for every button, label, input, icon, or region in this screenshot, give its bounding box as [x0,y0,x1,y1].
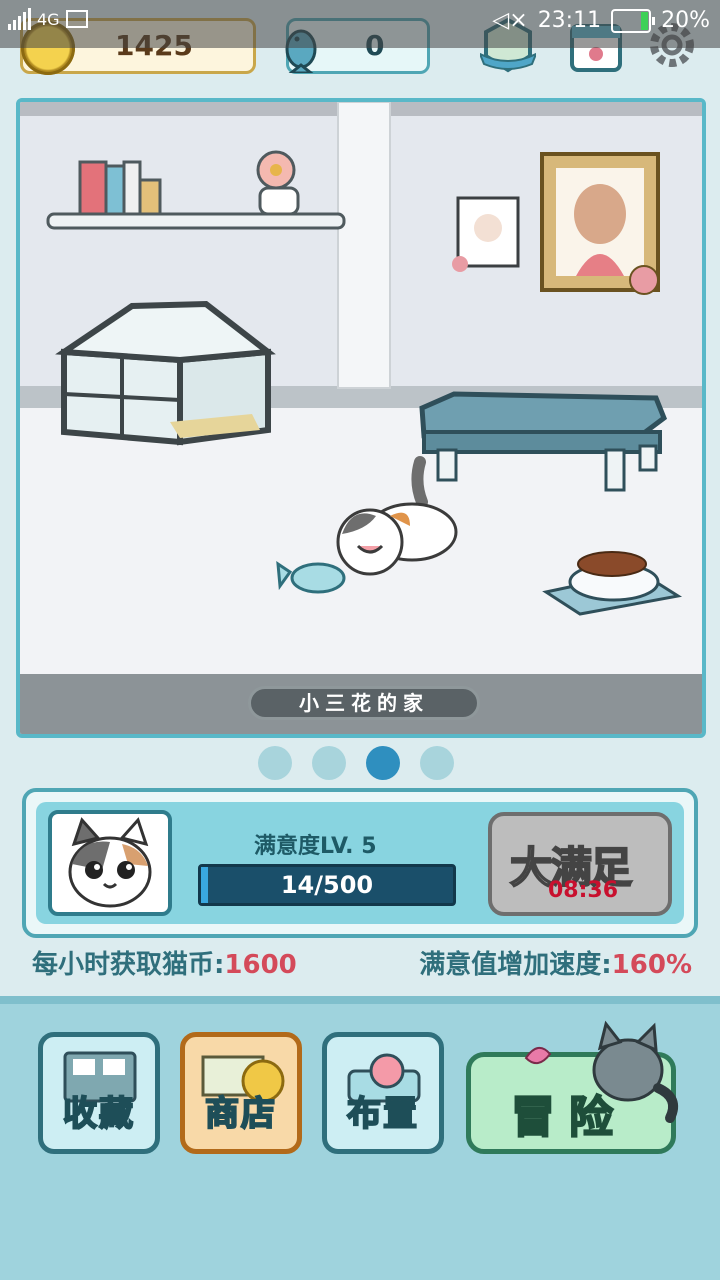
coins-per-hour: 每小时获取猫币:1600 [32,944,297,981]
satisfaction-panel: 满意度LV. 5 14/500 大满足 08:36 [22,788,698,938]
status-bar: 4G ◁× 23:11 20% [0,0,720,48]
room-pager [258,746,454,780]
signal-icon [8,8,31,30]
collection-button[interactable]: 收藏 [38,1032,160,1154]
satisfaction-progress-text: 14/500 [280,871,374,899]
pager-dot-2[interactable] [312,746,346,780]
cat-room-scene[interactable]: 小三花的家 [16,98,706,738]
shop-label: 商店 [204,1093,277,1135]
satisfaction-progress-bar: 14/500 [198,864,456,906]
image-icon [65,10,88,28]
decorate-label: 布置 [346,1093,419,1135]
satisfaction-speed: 满意值增加速度:160% [419,944,692,981]
cat-face-icon [68,817,152,908]
pager-dot-4[interactable] [420,746,454,780]
satisfaction-level: 满意度LV. 5 [254,834,377,859]
satisfaction-speed-label: 满意值增加速度: [419,950,612,980]
mute-icon: ◁× [492,8,528,33]
coins-per-hour-value: 1600 [224,950,297,980]
room-illustration [20,102,702,734]
shop-button[interactable]: 商店 [180,1032,302,1154]
collection-label: 收藏 [62,1093,135,1135]
cat-avatar[interactable] [48,810,172,916]
decorate-button[interactable]: 布置 [322,1032,444,1154]
bottom-nav: 收藏 商店 布置 冒险 [0,996,720,1280]
network-type: 4G [37,9,60,29]
large-portrait-frame [540,152,660,295]
adventure-cat-icon [524,1020,678,1123]
battery-icon [611,8,656,33]
pager-dot-1[interactable] [258,746,292,780]
satisfaction-speed-value: 160% [611,950,692,980]
big-satisfaction-button[interactable]: 大满足 08:36 [488,812,672,916]
cooldown-timer: 08:36 [548,878,619,903]
small-photo-frame [452,196,520,272]
pager-dot-3[interactable] [366,746,400,780]
room-name-plate: 小三花的家 [248,686,480,720]
battery-level: 20% [661,8,710,33]
coins-per-hour-label: 每小时获取猫币: [32,950,225,980]
clock: 23:11 [537,8,602,33]
